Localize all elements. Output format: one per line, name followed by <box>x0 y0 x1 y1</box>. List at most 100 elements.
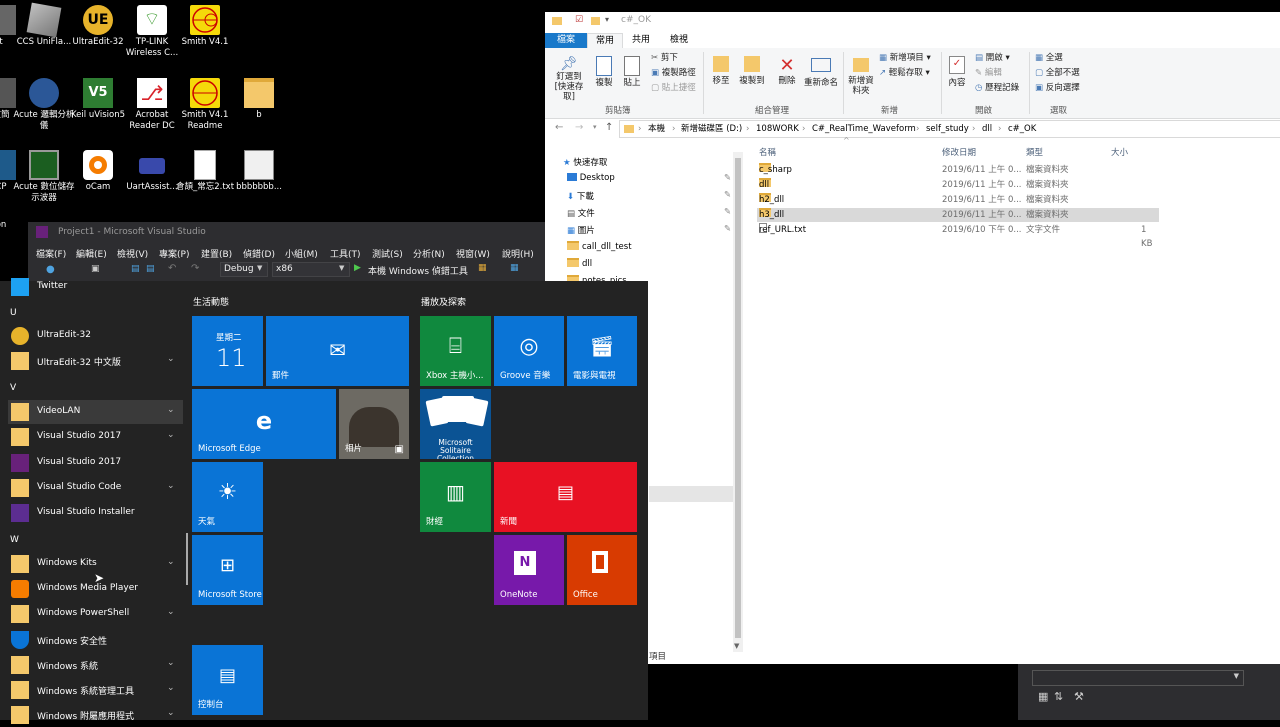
vs-menu-build[interactable]: 建置(B) <box>201 247 232 260</box>
tile-mail[interactable]: ✉ 郵件 <box>266 316 409 386</box>
tile-edge[interactable]: e Microsoft Edge <box>192 389 336 459</box>
paste-button[interactable]: 貼上 <box>621 56 643 88</box>
new-item-button[interactable]: ▦ 新增項目 ▾ <box>879 53 931 63</box>
tile-finance[interactable]: ▥ 財經 <box>420 462 491 532</box>
breadcrumb-item[interactable]: dll <box>982 121 992 137</box>
vs-menu-debug[interactable]: 偵錯(D) <box>243 247 275 260</box>
app-twitter[interactable]: Twitter <box>8 275 183 299</box>
toolbar-icon[interactable]: ▦ <box>510 263 519 273</box>
desktop-icon-txt[interactable]: 倉頡_常忘2.txt <box>174 150 236 193</box>
breadcrumb[interactable]: › 本機 › 新增磁碟區 (D:) › 108WORK › C#_RealTim… <box>619 120 1280 138</box>
tab-file[interactable]: 檔案 <box>545 33 588 48</box>
tab-view[interactable]: 檢視 <box>662 33 696 48</box>
column-header-size[interactable]: 大小 <box>1111 146 1128 158</box>
vs-menu-analyze[interactable]: 分析(N) <box>413 247 445 260</box>
easy-access-button[interactable]: ↗ 輕鬆存取 ▾ <box>879 68 930 78</box>
desktop-icon-acute-scope[interactable]: Acute 數位儲存示波器 <box>13 150 75 204</box>
redo-icon[interactable]: ↷ <box>191 263 199 274</box>
tile-office[interactable]: Office <box>567 535 637 605</box>
save-icon[interactable]: ▤ <box>131 264 140 274</box>
app-visual-studio-code[interactable]: Visual Studio Code ⌄ <box>8 476 183 500</box>
copy-button[interactable]: 複製 <box>593 56 615 88</box>
section-letter[interactable]: V <box>10 383 16 393</box>
column-header-date[interactable]: 修改日期 <box>942 146 976 158</box>
new-folder-quick-icon[interactable] <box>591 17 600 25</box>
file-row[interactable]: h2_dll 2019/6/11 上午 0... 檔案資料夾 <box>757 193 1159 207</box>
recent-chevron-icon[interactable]: ▾ <box>593 123 597 131</box>
vs-menu-help[interactable]: 說明(H) <box>502 247 534 260</box>
copy-path-button[interactable]: ▣ 複製路徑 <box>651 68 696 78</box>
breadcrumb-item[interactable]: c#_OK <box>1008 121 1036 137</box>
app-windows-admin-tools[interactable]: Windows 系統管理工具 ⌄ <box>8 678 183 702</box>
app-videolan[interactable]: VideoLAN ⌄ <box>8 400 183 424</box>
visual-studio-window[interactable]: Project1 - Microsoft Visual Studio 檔案(F)… <box>28 222 545 282</box>
history-button[interactable]: ◷ 歷程記錄 <box>975 83 1019 93</box>
file-row-selected[interactable]: h3_dll 2019/6/11 上午 0... 檔案資料夾 <box>757 208 1159 222</box>
tile-weather[interactable]: ☀ 天氣 <box>192 462 263 532</box>
vs-titlebar[interactable]: Project1 - Microsoft Visual Studio <box>28 222 545 242</box>
column-header-name[interactable]: 名稱 <box>759 146 776 158</box>
undo-icon[interactable]: ↶ <box>168 263 176 274</box>
solution-config-dropdown[interactable]: Debug ▼ <box>220 262 268 277</box>
rename-button[interactable]: 重新命名 <box>803 56 839 88</box>
app-visual-studio-2017-folder[interactable]: Visual Studio 2017 ⌄ <box>8 425 183 449</box>
breadcrumb-item[interactable]: 108WORK <box>756 121 799 137</box>
tile-news[interactable]: ▤ 新聞 <box>494 462 637 532</box>
select-all-button[interactable]: ▦ 全選 <box>1035 53 1063 63</box>
new-project-icon[interactable]: ▣ <box>91 264 100 274</box>
desktop-icon-bbbb[interactable]: bbbbbbb... <box>228 150 290 193</box>
save-all-icon[interactable]: ▤ <box>146 264 155 274</box>
tile-store[interactable]: ⊞ Microsoft Store <box>192 535 263 605</box>
edit-button[interactable]: ✎ 編輯 <box>975 68 1002 78</box>
breadcrumb-item[interactable]: C#_RealTime_Waveform <box>812 121 916 137</box>
move-to-button[interactable]: 移至 <box>709 56 733 86</box>
explorer-titlebar[interactable]: ☑ ▾ c#_OK <box>545 12 1280 30</box>
file-explorer-window[interactable]: ☑ ▾ c#_OK 檔案 常用 共用 檢視 📌︎ 釘選到 [快速存取] 複製 貼… <box>545 12 1280 664</box>
desktop-icon-ccs[interactable]: CCS UniFla... <box>13 2 75 48</box>
desktop-icon-smith[interactable]: Smith V4.1 <box>174 5 236 48</box>
categorized-icon[interactable]: ▦ <box>1038 690 1048 703</box>
file-row[interactable]: ref_URL.txt 2019/6/10 下午 0... 文字文件 1 KB <box>757 223 1159 249</box>
toolbar-icon[interactable]: ▦ <box>478 263 487 273</box>
vs-menu-view[interactable]: 檢視(V) <box>117 247 148 260</box>
platform-dropdown[interactable]: x86 ▼ <box>272 262 350 277</box>
select-none-button[interactable]: ▢ 全部不選 <box>1035 68 1080 78</box>
file-row[interactable]: dll 2019/6/11 上午 0... 檔案資料夾 <box>757 178 1159 192</box>
wrench-icon[interactable]: ⚒ <box>1074 690 1084 703</box>
back-nav-icon[interactable]: ● <box>46 264 55 275</box>
paste-shortcut-button[interactable]: ▢ 貼上捷徑 <box>651 83 696 93</box>
sort-icon[interactable]: ⇅ <box>1054 690 1063 703</box>
file-row[interactable]: c_sharp 2019/6/11 上午 0... 檔案資料夾 <box>757 163 1159 177</box>
tile-xbox[interactable]: ⌸ Xbox 主機小... <box>420 316 491 386</box>
start-menu[interactable]: Twitter U UltraEdit-32 UltraEdit-32 中文版 ⌄… <box>0 278 648 724</box>
delete-button[interactable]: ✕ 刪除 <box>775 56 799 87</box>
desktop-icon-smith-readme[interactable]: Smith V4.1 Readme <box>174 78 236 132</box>
tab-home[interactable]: 常用 <box>587 33 624 48</box>
vs-menu-tools[interactable]: 工具(T) <box>330 247 361 260</box>
app-windows-security[interactable]: Windows 安全性 <box>8 628 183 652</box>
desktop-icon-ultraedit[interactable]: UE UltraEdit-32 <box>67 5 129 48</box>
tile-calendar[interactable]: 星期二 11 <box>192 316 263 386</box>
vs-menu-edit[interactable]: 編輯(E) <box>76 247 107 260</box>
properties-button[interactable]: ✓ 內容 <box>945 56 969 88</box>
app-ultraedit[interactable]: UltraEdit-32 <box>8 324 183 348</box>
pin-quick-access-button[interactable]: 📌︎ 釘選到 [快速存取] <box>549 56 589 102</box>
open-button[interactable]: ▤ 開啟 ▾ <box>975 53 1010 63</box>
tile-onenote[interactable]: N OneNote <box>494 535 564 605</box>
start-debug-button[interactable]: ▶ 本機 Windows 偵錯工具 <box>354 262 469 277</box>
vs-combo[interactable]: ▼ <box>1032 670 1244 686</box>
tab-share[interactable]: 共用 <box>624 33 658 48</box>
desktop-icon-b[interactable]: b <box>228 78 290 121</box>
section-letter[interactable]: U <box>10 308 17 318</box>
tile-groove[interactable]: ◎ Groove 音樂 <box>494 316 564 386</box>
column-header-type[interactable]: 類型 <box>1026 146 1043 158</box>
up-arrow-icon[interactable]: ↑ <box>605 122 613 133</box>
app-visual-studio-2017[interactable]: Visual Studio 2017 <box>8 451 183 475</box>
vs-menu-window[interactable]: 視窗(W) <box>456 247 490 260</box>
app-list-scrollbar[interactable] <box>186 533 188 585</box>
copy-to-button[interactable]: 複製到 <box>737 56 767 86</box>
properties-quick-icon[interactable]: ☑ <box>575 15 583 25</box>
forward-arrow-icon[interactable]: → <box>575 122 583 133</box>
app-windows-powershell[interactable]: Windows PowerShell ⌄ <box>8 602 183 626</box>
tile-photos[interactable]: 相片 ▣ <box>339 389 409 459</box>
